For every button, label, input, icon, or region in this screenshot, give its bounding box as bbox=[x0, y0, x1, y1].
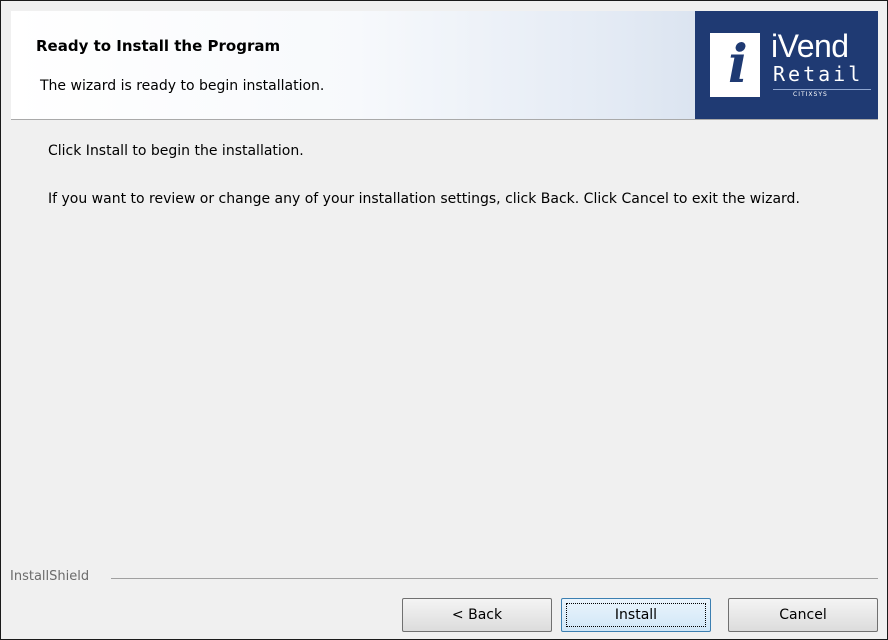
page-title: Ready to Install the Program bbox=[36, 37, 281, 55]
page-subtitle: The wizard is ready to begin installatio… bbox=[40, 78, 325, 94]
logo-wordmark: iVend bbox=[771, 28, 849, 64]
footer-divider bbox=[111, 578, 878, 579]
ivend-retail-logo: i iVend Retail CITIXSYS bbox=[695, 11, 878, 119]
installshield-label: InstallShield bbox=[10, 569, 96, 584]
back-button[interactable]: < Back bbox=[402, 598, 552, 632]
logo-i-icon: i bbox=[710, 33, 760, 97]
logo-subtitle: Retail bbox=[773, 62, 864, 86]
cancel-button[interactable]: Cancel bbox=[728, 598, 878, 632]
review-settings-text: If you want to review or change any of y… bbox=[48, 191, 800, 207]
installer-dialog: Ready to Install the Program The wizard … bbox=[0, 0, 888, 640]
wizard-header: Ready to Install the Program The wizard … bbox=[11, 11, 878, 120]
install-button-label: Install bbox=[614, 607, 658, 623]
install-button[interactable]: Install bbox=[561, 598, 711, 632]
logo-tag-text: CITIXSYS bbox=[793, 91, 828, 98]
logo-tagline: CITIXSYS bbox=[773, 89, 871, 100]
instruction-text: Click Install to begin the installation. bbox=[48, 143, 304, 159]
logo-i-glyph: i bbox=[728, 34, 748, 95]
